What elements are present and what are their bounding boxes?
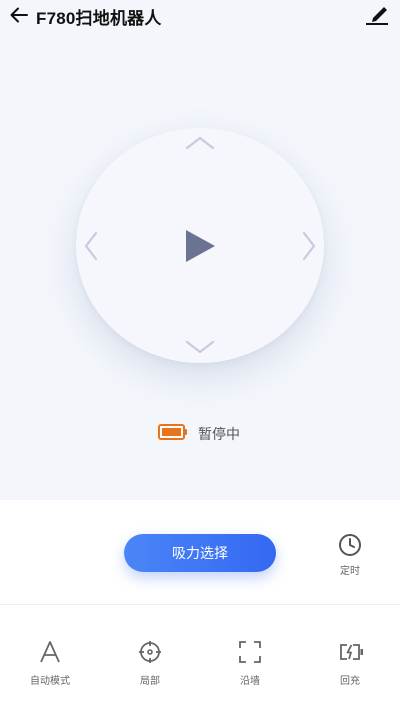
move-left-button[interactable] [80,226,102,266]
status-bar: 暂停中 [0,420,400,444]
nav-label-recharge: 回充 [340,676,360,687]
move-right-button[interactable] [298,226,320,266]
nav-label-along-wall: 沿墙 [240,676,260,687]
nav-item-along-wall[interactable]: 沿墙 [210,636,290,692]
auto-mode-icon [38,640,62,664]
move-down-button[interactable] [180,336,220,358]
page-title: F780扫地机器人 [36,9,162,28]
pencil-icon [366,7,388,25]
edit-button[interactable] [364,3,390,27]
nav-item-auto-mode[interactable]: 自动模式 [10,636,90,692]
timer-label: 定时 [340,566,360,577]
clock-icon [338,533,362,562]
nav-label-auto-mode: 自动模式 [30,676,70,687]
chevron-right-icon [302,231,316,261]
chevron-down-icon [185,340,215,354]
suction-select-button[interactable]: 吸力选择 [124,534,276,572]
header: F780扫地机器人 [0,0,400,30]
chevron-up-icon [185,136,215,150]
nav-item-recharge[interactable]: 回充 [310,636,390,692]
play-button[interactable] [175,224,219,268]
frame-corners-icon [238,640,262,664]
bottom-nav: 自动模式 局部 沿墙 回充 [0,636,400,696]
play-icon [186,230,215,262]
battery-charge-icon [338,640,363,664]
battery-icon [158,424,188,445]
move-up-button[interactable] [180,132,220,154]
direction-pad [76,128,324,363]
nav-item-local[interactable]: 局部 [110,636,190,692]
arrow-left-icon [10,7,28,23]
divider [0,604,400,605]
back-button[interactable] [8,4,30,26]
chevron-left-icon [84,231,98,261]
status-text: 暂停中 [198,426,240,442]
nav-label-local: 局部 [140,676,160,687]
timer-button[interactable]: 定时 [330,532,370,578]
control-panel: F780扫地机器人 暂停中 [0,0,400,500]
crosshair-icon [138,640,162,664]
